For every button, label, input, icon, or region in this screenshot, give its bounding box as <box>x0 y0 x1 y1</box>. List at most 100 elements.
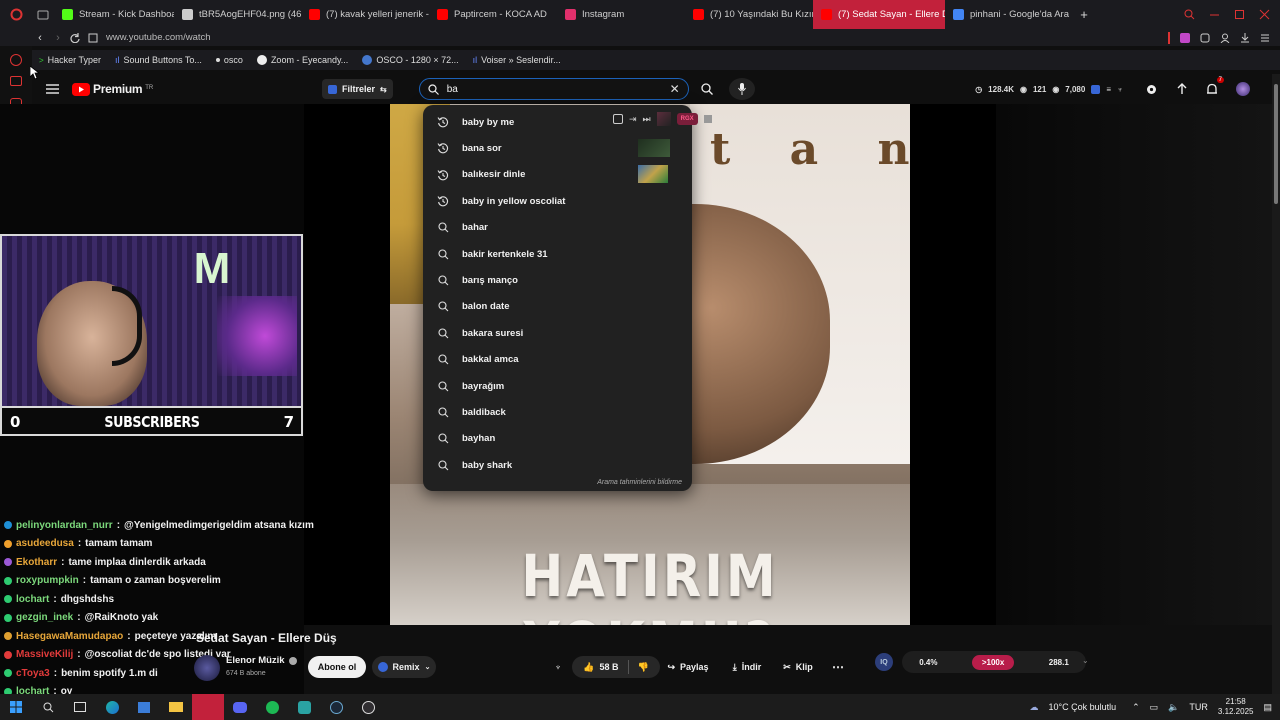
file-explorer-icon[interactable] <box>160 694 192 720</box>
search-suggestion[interactable]: bakkal amca <box>423 347 692 373</box>
chat-username[interactable]: MassiveKilij <box>16 649 73 660</box>
search-suggestion[interactable]: barış manço <box>423 267 692 293</box>
search-suggestion[interactable]: baldiback <box>423 399 692 425</box>
weather-text[interactable]: 10°C Çok bulutlu <box>1048 702 1116 712</box>
steam-icon[interactable] <box>320 694 352 720</box>
app-icon[interactable] <box>288 694 320 720</box>
search-icon[interactable] <box>32 694 64 720</box>
clock[interactable]: 21:58 3.12.2025 <box>1218 697 1254 717</box>
opera-logo-icon[interactable] <box>0 0 32 29</box>
task-view-icon[interactable] <box>64 694 96 720</box>
forward-icon[interactable]: › <box>50 32 66 44</box>
like-count[interactable]: 58 B <box>599 662 618 672</box>
language-indicator[interactable]: TUR <box>1189 702 1208 712</box>
chat-username[interactable]: gezgin_inek <box>16 612 73 623</box>
channel-name[interactable]: Elenor Müzik <box>226 655 285 666</box>
spotify-icon[interactable] <box>256 694 288 720</box>
notifications-bell-icon[interactable]: 7 <box>1206 76 1224 96</box>
subscribe-button[interactable]: Abone ol <box>308 656 366 678</box>
browser-tab[interactable]: Paptircem - KOCA AD <box>429 0 557 29</box>
filters-button[interactable]: Filtreler ⇆ <box>322 79 393 99</box>
scrollbar-thumb[interactable] <box>1274 84 1278 204</box>
bookmark-osco[interactable]: osco <box>209 55 250 65</box>
browser-tab[interactable]: Instagram <box>557 0 685 29</box>
microphone-icon[interactable] <box>728 78 755 100</box>
search-suggestion[interactable]: bakara suresi <box>423 320 692 346</box>
iq-logo-icon[interactable]: IQ <box>875 653 893 671</box>
download-icon[interactable] <box>1240 32 1250 43</box>
opera-icon[interactable] <box>10 54 22 66</box>
search-suggestion[interactable]: baby in yellow oscoliat <box>423 188 692 214</box>
browser-tab[interactable]: (7) Sedat Sayan - Ellere D <box>813 0 945 29</box>
aria-icon[interactable] <box>10 76 22 86</box>
report-predictions-link[interactable]: Arama tahminlerini bildirme <box>597 479 682 486</box>
search-suggestion[interactable]: bahar <box>423 215 692 241</box>
puzzle-icon[interactable] <box>1200 33 1210 43</box>
ufo-icon[interactable]: ♆ <box>1117 85 1123 94</box>
new-tab-button[interactable]: + <box>1073 0 1095 29</box>
chat-username[interactable]: roxypumpkin <box>16 575 79 586</box>
extension-icon[interactable] <box>1180 32 1190 43</box>
clip-button[interactable]: ✂ Klip <box>778 656 818 678</box>
settings-gear-icon[interactable] <box>1145 83 1158 96</box>
search-suggestion[interactable]: bayhan <box>423 426 692 452</box>
avatar[interactable] <box>1236 82 1250 96</box>
notification-center-icon[interactable]: ▤ <box>1263 702 1272 713</box>
opera-gx-taskbar-icon[interactable] <box>192 694 224 720</box>
windows-start-icon[interactable] <box>0 694 32 720</box>
browser-tab[interactable]: tBR5AogEHF04.png (463 <box>174 0 301 29</box>
browser-tab[interactable]: pinhani - Google'da Ara <box>945 0 1073 29</box>
upload-icon[interactable] <box>1176 83 1188 95</box>
close-window-icon[interactable] <box>1259 9 1270 20</box>
chevron-down-icon[interactable]: ⌄ <box>1082 656 1089 665</box>
more-actions-button[interactable]: ⋯ <box>826 656 850 678</box>
network-icon[interactable]: ▭ <box>1150 702 1159 713</box>
search-button[interactable] <box>689 78 725 100</box>
rgx-badge[interactable]: RGX <box>676 113 698 125</box>
chat-username[interactable]: Ekotharr <box>16 557 57 568</box>
search-tabs-icon[interactable] <box>1184 9 1195 20</box>
search-suggestion[interactable]: baby shark <box>423 452 692 478</box>
search-suggestion[interactable]: bakir kertenkele 31 <box>423 241 692 267</box>
back-icon[interactable]: ‹ <box>30 32 50 44</box>
minimize-icon[interactable] <box>1209 9 1220 20</box>
panel-icon[interactable] <box>703 115 712 123</box>
bookmark-zoom[interactable]: Zoom - Eyecandy... <box>250 55 355 65</box>
chat-username[interactable]: pelinyonlardan_nurr <box>16 520 113 531</box>
url-text[interactable]: www.youtube.com/watch <box>106 32 211 43</box>
dislike-icon[interactable]: 👎 <box>638 662 649 673</box>
maximize-icon[interactable] <box>1234 9 1245 20</box>
obs-icon[interactable] <box>352 694 384 720</box>
search-suggestion[interactable]: balon date <box>423 294 692 320</box>
channel-name-row[interactable]: Elenor Müzik <box>226 655 297 666</box>
remix-button[interactable]: Remix ⌄ <box>372 656 436 678</box>
bookmark-sound-buttons[interactable]: ıl Sound Buttons To... <box>108 55 209 65</box>
search-input[interactable]: ba <box>447 84 662 95</box>
discord-icon[interactable] <box>224 694 256 720</box>
clear-search-icon[interactable]: ✕ <box>670 82 680 96</box>
share-button[interactable]: ↪ Paylaş <box>662 656 714 678</box>
menu-icon[interactable] <box>1260 33 1270 43</box>
list-icon[interactable]: ≡ <box>1106 85 1111 94</box>
iq-icon[interactable] <box>1091 84 1101 94</box>
browser-tab[interactable]: (7) kavak yelleri jenerik - <box>301 0 429 29</box>
edge-icon[interactable] <box>96 694 128 720</box>
bookmark-voiser[interactable]: ıl Voiser » Seslendir... <box>466 55 568 65</box>
skip-icon[interactable]: ⏭ <box>643 114 651 125</box>
chat-username[interactable]: lochart <box>16 594 49 605</box>
browser-tab[interactable]: (7) 10 Yaşındaki Bu Kızın <box>685 0 813 29</box>
hamburger-menu-icon[interactable] <box>32 84 72 94</box>
download-button[interactable]: ⤓ İndir <box>724 656 770 678</box>
browser-tab[interactable]: Stream - Kick Dashboard <box>54 0 174 29</box>
reload-icon[interactable] <box>66 32 84 43</box>
speaker-icon[interactable]: 🔈 <box>1168 702 1179 713</box>
bookmark-osco-image[interactable]: OSCO - 1280 × 72... <box>355 55 465 65</box>
chat-username[interactable]: HasegawaMamudapao <box>16 631 123 642</box>
home-icon[interactable] <box>84 33 102 43</box>
scrollbar[interactable] <box>1272 74 1280 694</box>
store-icon[interactable] <box>128 694 160 720</box>
account-icon[interactable] <box>1220 33 1230 43</box>
search-suggestion[interactable]: bayrağım <box>423 373 692 399</box>
chat-username[interactable]: cToya3 <box>16 668 50 679</box>
copy-icon[interactable] <box>613 114 623 124</box>
